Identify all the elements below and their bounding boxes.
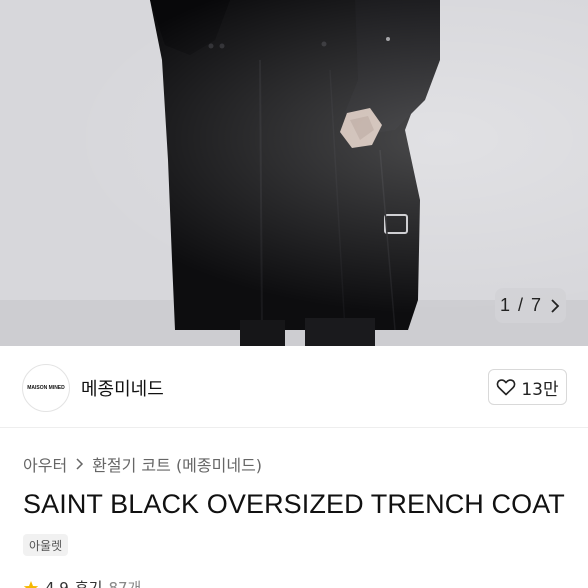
seller-row[interactable]: MAISON MINED 메종미네드 13만: [0, 346, 588, 428]
image-counter[interactable]: 1 / 7: [495, 288, 566, 323]
product-title: SAINT BLACK OVERSIZED TRENCH COAT: [23, 489, 565, 519]
seller-logo[interactable]: MAISON MINED: [22, 364, 70, 412]
review-label: 후기: [74, 579, 103, 588]
product-rating[interactable]: 4.9 후기 87개: [23, 577, 141, 588]
chevron-right-icon: [76, 458, 84, 470]
breadcrumb: 아우터 환절기 코트 (메종미네드): [23, 452, 262, 476]
rating-value: 4.9: [45, 578, 69, 588]
breadcrumb-item-category[interactable]: 환절기 코트 (메종미네드): [92, 452, 262, 476]
seller-logo-text: MAISON MINED: [27, 385, 65, 391]
heart-icon: [497, 379, 516, 396]
product-image[interactable]: 1 / 7: [0, 0, 588, 346]
favorite-count: 13만: [521, 379, 559, 400]
counter-separator: /: [517, 295, 523, 315]
chevron-right-icon[interactable]: [549, 298, 561, 313]
star-icon: [23, 580, 39, 588]
outlet-badge: 아울렛: [23, 534, 69, 556]
counter-total: 7: [531, 295, 542, 315]
counter-current: 1: [499, 295, 510, 315]
review-count: 87개: [108, 579, 142, 588]
breadcrumb-item-outer[interactable]: 아우터: [23, 452, 67, 476]
seller-name[interactable]: 메종미네드: [81, 375, 164, 401]
favorite-button[interactable]: 13만: [488, 369, 567, 405]
